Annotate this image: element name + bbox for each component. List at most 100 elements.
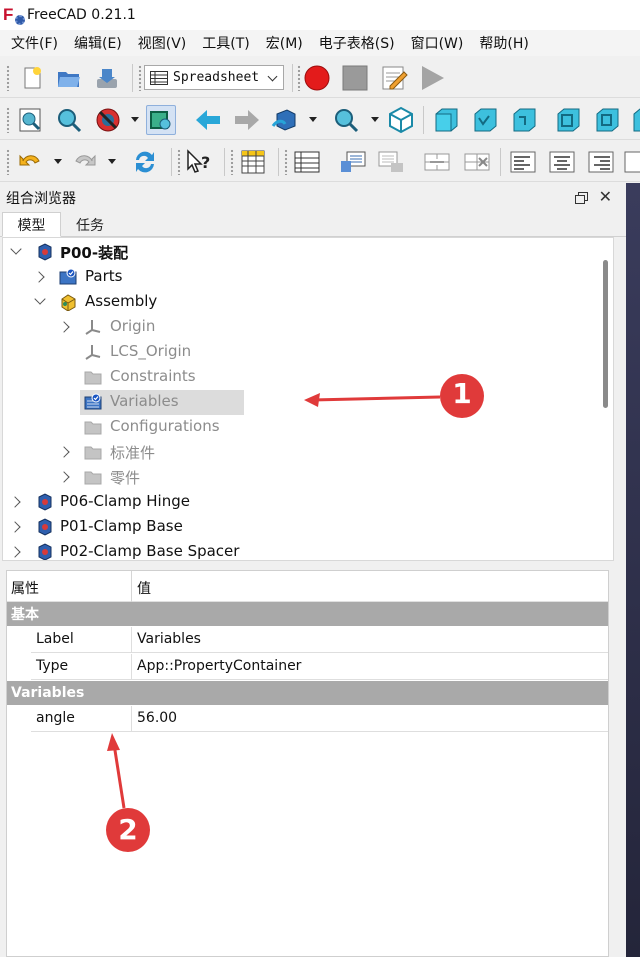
menu-spreadsheet[interactable]: 电子表格(S) [311, 33, 403, 53]
expand-arrow-icon[interactable] [58, 321, 70, 333]
fit-selection-button[interactable] [54, 105, 84, 135]
title-bar: F FreeCAD 0.21.1 [0, 0, 640, 30]
draw-style-button[interactable] [93, 105, 123, 135]
property-row-type[interactable]: Type App::PropertyContainer [31, 654, 608, 680]
open-button[interactable] [54, 63, 84, 93]
toolbar-grip[interactable] [138, 65, 142, 91]
play-icon [422, 66, 444, 90]
toolbar-grip[interactable] [6, 107, 10, 133]
toolbar-grip[interactable] [177, 149, 181, 175]
property-group-base[interactable]: 基本 [7, 602, 608, 626]
tree-item-p02[interactable]: P02-Clamp Base Spacer [3, 540, 599, 560]
zoom-dropdown-icon[interactable] [371, 117, 379, 122]
tree-item-p00[interactable]: P00-装配 [3, 240, 599, 265]
toolbar-grip[interactable] [297, 65, 301, 91]
import-csv-button[interactable] [338, 147, 368, 177]
close-icon[interactable]: ✕ [599, 187, 612, 207]
redo-dropdown-icon[interactable] [108, 159, 116, 164]
expand-arrow-icon[interactable] [33, 271, 45, 283]
tree-item-p01[interactable]: P01-Clamp Base [3, 515, 599, 540]
tree-item-parts-folder[interactable]: 零件 [3, 465, 599, 490]
right-view-button[interactable] [509, 105, 539, 135]
menu-help[interactable]: 帮助(H) [471, 33, 536, 53]
tab-tasks[interactable]: 任务 [61, 212, 119, 237]
tree-item-assembly[interactable]: Assembly [3, 290, 599, 315]
expand-arrow-icon[interactable] [58, 446, 70, 458]
front-cube-icon [435, 108, 458, 132]
redo-button[interactable] [70, 147, 100, 177]
merge-cells-icon [424, 153, 450, 171]
menu-tools[interactable]: 工具(T) [194, 33, 257, 53]
export-csv-button[interactable] [376, 147, 406, 177]
align-top-button[interactable] [624, 147, 640, 177]
undo-button[interactable] [15, 147, 45, 177]
menu-file[interactable]: 文件(F) [3, 33, 66, 53]
expand-arrow-icon[interactable] [58, 471, 70, 483]
std-views-dropdown-icon[interactable] [309, 117, 317, 122]
expand-arrow-icon[interactable] [9, 496, 21, 508]
align-center-button[interactable] [547, 147, 577, 177]
whats-this-button[interactable]: ? [184, 147, 214, 177]
tree-item-parts[interactable]: Parts [3, 265, 599, 290]
property-group-variables[interactable]: Variables [7, 681, 608, 705]
property-row-label[interactable]: Label Variables [31, 627, 608, 653]
undo-dropdown-icon[interactable] [54, 159, 62, 164]
split-cells-button[interactable] [462, 147, 492, 177]
property-value[interactable]: Variables [137, 631, 201, 647]
bounding-box-button[interactable] [146, 105, 176, 135]
toolbar-grip[interactable] [284, 149, 288, 175]
macro-run-button[interactable] [417, 63, 447, 93]
menu-window[interactable]: 窗口(W) [403, 33, 472, 53]
draw-style-dropdown-icon[interactable] [131, 117, 139, 122]
macro-stop-button[interactable] [340, 63, 370, 93]
tree-item-label: LCS_Origin [110, 342, 192, 360]
value-column-header[interactable]: 值 [137, 578, 151, 598]
toolbar-grip[interactable] [6, 65, 10, 91]
tree-item-standard-parts[interactable]: 标准件 [3, 440, 599, 465]
tree-item-variables[interactable]: Variables [80, 390, 244, 415]
front-view-button[interactable] [431, 105, 461, 135]
zoom-selection-icon [58, 109, 82, 133]
expand-arrow-icon[interactable] [34, 293, 46, 305]
left-view-button[interactable] [630, 105, 640, 135]
fit-all-button[interactable] [15, 105, 45, 135]
workbench-selector[interactable]: Spreadsheet [144, 65, 284, 90]
zoom-button[interactable] [331, 105, 361, 135]
property-value[interactable]: 56.00 [137, 710, 177, 726]
macro-edit-button[interactable] [379, 63, 409, 93]
scrollbar-thumb[interactable] [603, 260, 608, 408]
toolbar-grip[interactable] [6, 149, 10, 175]
macro-record-button[interactable] [302, 63, 332, 93]
isometric-view-button[interactable] [386, 105, 416, 135]
spreadsheet-table-button[interactable] [292, 147, 322, 177]
expand-arrow-icon[interactable] [9, 521, 21, 533]
create-spreadsheet-button[interactable] [238, 147, 268, 177]
property-column-header[interactable]: 属性 [11, 578, 39, 598]
merge-cells-button[interactable] [422, 147, 452, 177]
toolbar-edit: ? [0, 140, 640, 182]
align-left-button[interactable] [508, 147, 538, 177]
new-document-button[interactable] [17, 63, 47, 93]
menu-view[interactable]: 视图(V) [130, 33, 195, 53]
bottom-view-button[interactable] [592, 105, 622, 135]
tree-item-p06[interactable]: P06-Clamp Hinge [3, 490, 599, 515]
back-button[interactable] [193, 105, 223, 135]
tab-model[interactable]: 模型 [2, 212, 61, 237]
expand-arrow-icon[interactable] [9, 546, 21, 558]
top-view-button[interactable] [470, 105, 500, 135]
float-panel-icon[interactable] [575, 192, 588, 204]
std-views-button[interactable] [270, 105, 300, 135]
save-button[interactable] [92, 63, 122, 93]
toolbar-grip[interactable] [230, 149, 234, 175]
menu-edit[interactable]: 编辑(E) [66, 33, 130, 53]
rear-view-button[interactable] [553, 105, 583, 135]
menu-macro[interactable]: 宏(M) [258, 33, 311, 53]
refresh-button[interactable] [130, 147, 160, 177]
forward-button[interactable] [232, 105, 262, 135]
align-right-button[interactable] [586, 147, 616, 177]
property-row-angle[interactable]: angle 56.00 [31, 706, 608, 732]
expand-arrow-icon[interactable] [10, 243, 22, 255]
tree-item-origin[interactable]: Origin [3, 315, 599, 340]
3d-view-edge[interactable] [626, 183, 640, 957]
tree-scrollbar[interactable] [601, 240, 609, 558]
